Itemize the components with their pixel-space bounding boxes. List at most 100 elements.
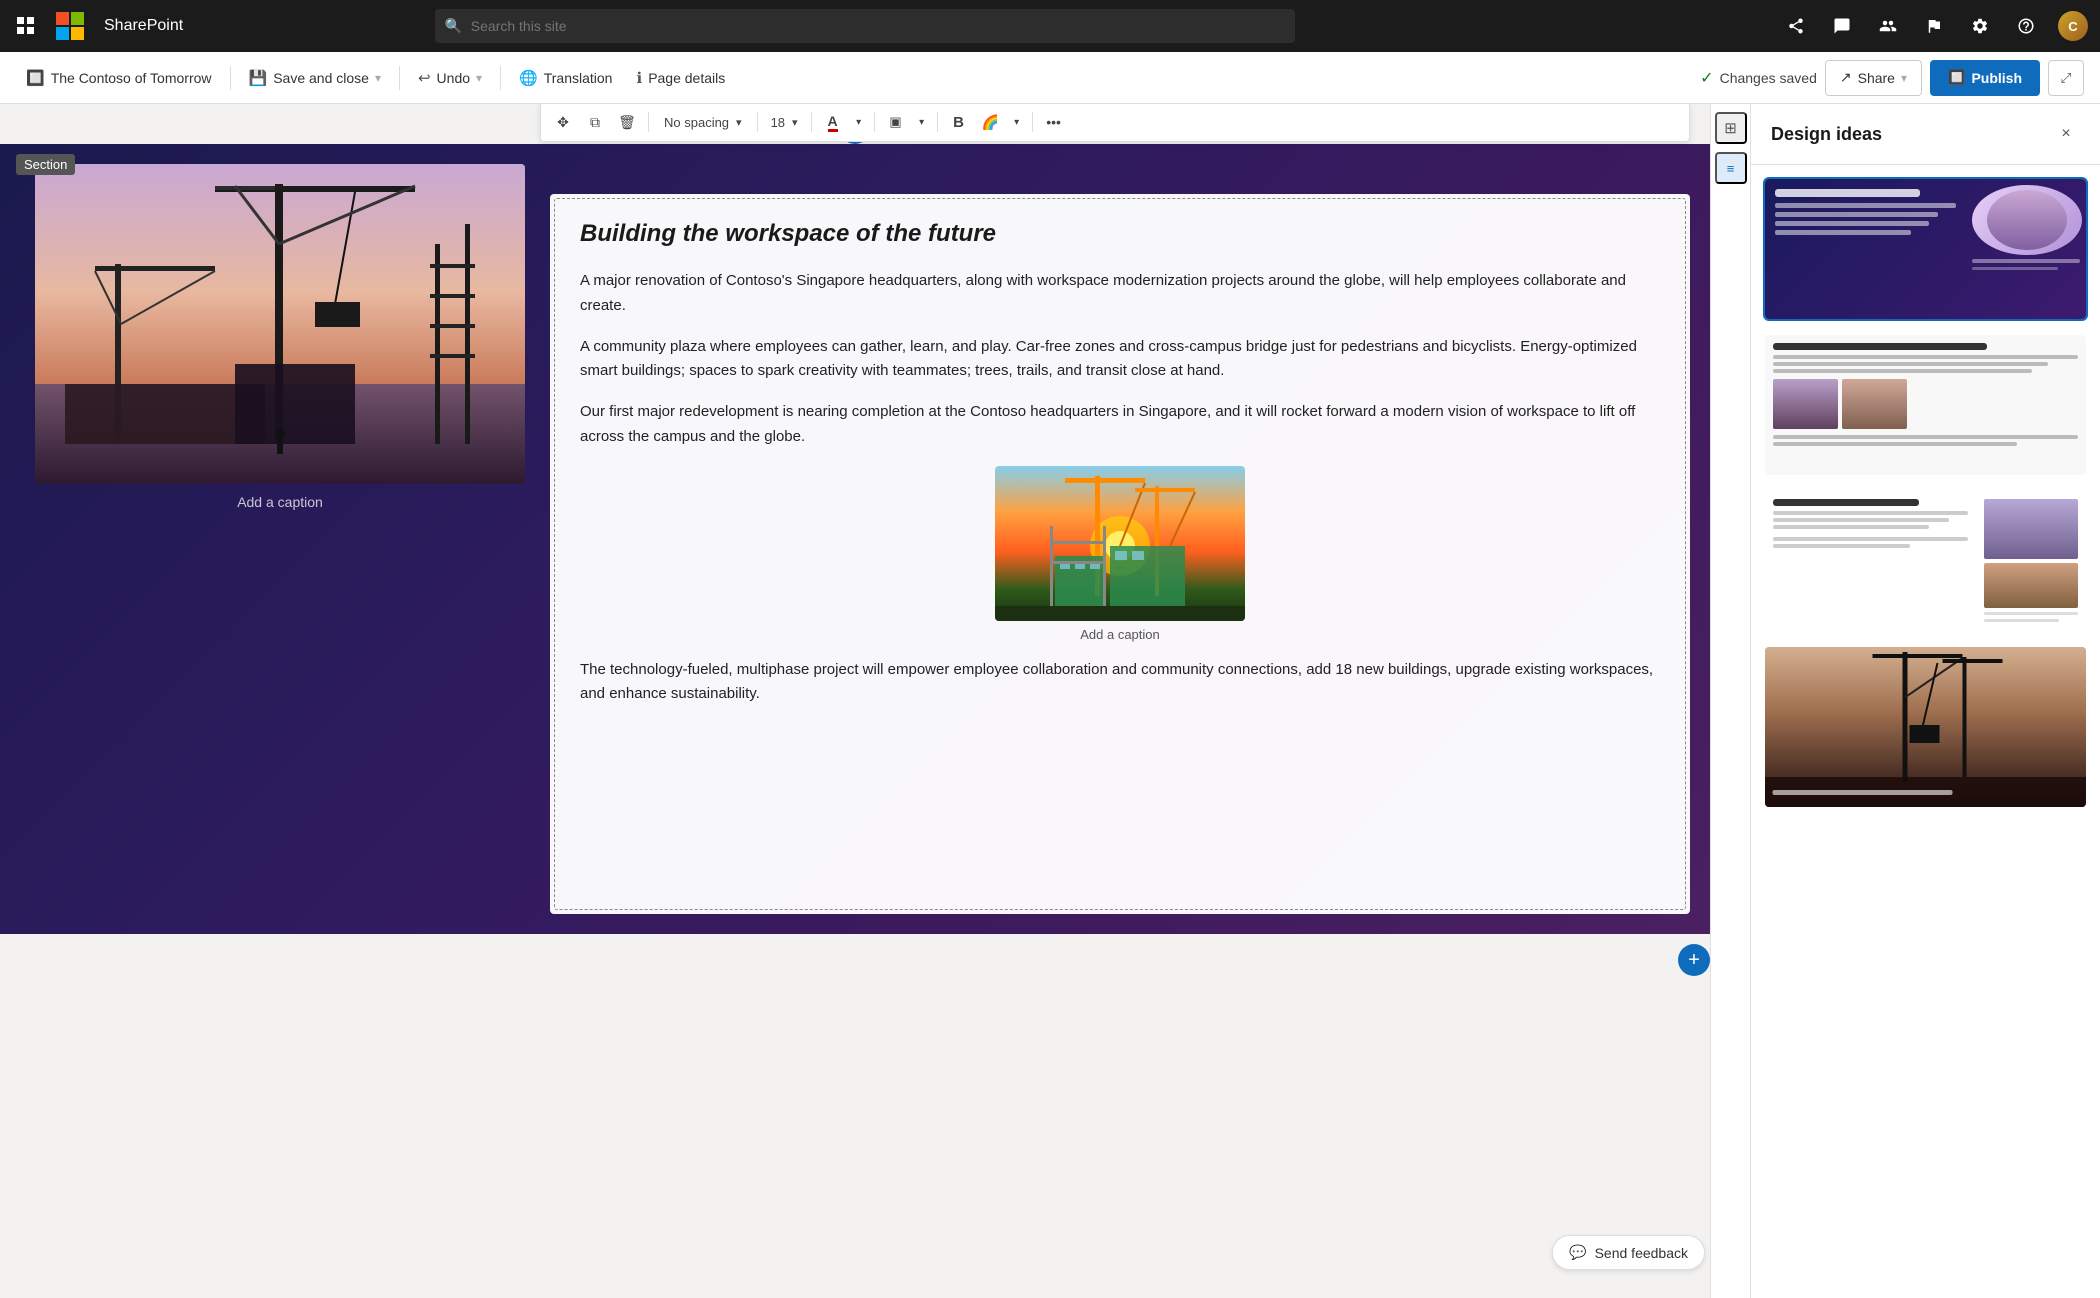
- layout-icon-button[interactable]: ⊞: [1715, 112, 1747, 144]
- help-icon[interactable]: [2012, 12, 2040, 40]
- search-icon: 🔍: [445, 18, 462, 35]
- design-card-1[interactable]: [1763, 177, 2088, 321]
- share-icon-small: ↗: [1840, 69, 1852, 86]
- design-ideas-list[interactable]: [1751, 165, 2100, 1298]
- design-card-2-preview: [1765, 335, 2086, 475]
- section-label: Section: [16, 154, 75, 175]
- design-card-2[interactable]: [1763, 333, 2088, 477]
- grid-icon[interactable]: [12, 12, 40, 40]
- canvas-scroll[interactable]: + Section: [0, 104, 1710, 1298]
- collapse-icon: ⤢: [2061, 70, 2072, 86]
- tb-divider-5: [937, 112, 938, 132]
- tb-divider-2: [757, 112, 758, 132]
- font-color-button[interactable]: A: [819, 108, 847, 136]
- text-content-area[interactable]: Building the workspace of the future A m…: [550, 194, 1690, 914]
- search-bar[interactable]: 🔍: [435, 9, 1295, 43]
- left-image-caption[interactable]: Add a caption: [237, 494, 323, 510]
- copy-icon[interactable]: ⧉: [581, 108, 609, 136]
- article-title: Building the workspace of the future: [580, 218, 1660, 249]
- page-title-label: The Contoso of Tomorrow: [51, 70, 212, 86]
- avatar[interactable]: C: [2058, 11, 2088, 41]
- feedback-icon: 💬: [1569, 1244, 1586, 1261]
- page-details-label: Page details: [648, 70, 725, 86]
- page-title-button[interactable]: 🔲 The Contoso of Tomorrow: [16, 60, 222, 96]
- style-label: No spacing: [664, 115, 729, 130]
- close-panel-button[interactable]: ×: [2052, 120, 2080, 148]
- chat-icon[interactable]: [1828, 12, 1856, 40]
- article-para2: A community plaza where employees can ga…: [580, 335, 1660, 385]
- feedback-label: Send feedback: [1595, 1245, 1688, 1261]
- article-para3: Our first major redevelopment is nearing…: [580, 400, 1660, 450]
- bold-icon: B: [953, 114, 964, 131]
- ellipsis-icon: •••: [1046, 114, 1061, 130]
- divider-3: [500, 66, 501, 90]
- save-close-chevron[interactable]: ▾: [375, 71, 381, 85]
- rainbow-chevron[interactable]: ▾: [1009, 108, 1025, 136]
- undo-chevron[interactable]: ▾: [476, 71, 482, 85]
- share-chevron[interactable]: ▾: [1901, 71, 1907, 85]
- tb-divider-1: [648, 112, 649, 132]
- translation-icon: 🌐: [519, 69, 538, 87]
- save-icon: 💾: [249, 69, 268, 87]
- details-icon: ℹ: [636, 69, 642, 87]
- tb-divider-4: [874, 112, 875, 132]
- publish-label: Publish: [1971, 70, 2022, 86]
- checkmark-icon: ✓: [1700, 68, 1713, 88]
- top-navigation: SharePoint 🔍 C: [0, 0, 2100, 52]
- translation-label: Translation: [544, 70, 613, 86]
- settings-icon[interactable]: [1966, 12, 1994, 40]
- design-ideas-icon-button[interactable]: ≡: [1715, 152, 1747, 184]
- changes-saved-label: Changes saved: [1720, 70, 1817, 86]
- page-toolbar: 🔲 The Contoso of Tomorrow 💾 Save and clo…: [0, 52, 2100, 104]
- left-column: Add a caption: [0, 144, 540, 934]
- changes-saved: ✓ Changes saved: [1700, 68, 1817, 88]
- design-card-4[interactable]: [1763, 645, 2088, 809]
- save-close-button[interactable]: 💾 Save and close ▾: [239, 60, 391, 96]
- flag-icon[interactable]: [1920, 12, 1948, 40]
- share-button[interactable]: ↗ Share ▾: [1825, 60, 1922, 96]
- panel-icons-strip: ⊞ ≡: [1710, 104, 1750, 1298]
- inline-image-caption[interactable]: Add a caption: [1080, 627, 1160, 642]
- share-icon[interactable]: [1782, 12, 1810, 40]
- page-details-button[interactable]: ℹ Page details: [626, 60, 735, 96]
- design-card-3[interactable]: [1763, 489, 2088, 633]
- move-icon[interactable]: ✥: [549, 108, 577, 136]
- delete-icon[interactable]: 🗑: [613, 108, 641, 136]
- people-icon[interactable]: [1874, 12, 1902, 40]
- highlight-chevron[interactable]: ▾: [914, 108, 930, 136]
- design-card-1-preview: [1765, 179, 2086, 319]
- text-editor-toolbar: ✥ ⧉ 🗑 No spacing 18 A: [540, 104, 1690, 142]
- style-dropdown[interactable]: No spacing: [656, 108, 750, 136]
- save-close-label: Save and close: [273, 70, 369, 86]
- design-panel-title: Design ideas: [1771, 124, 1882, 145]
- nav-right-icons: C: [1782, 11, 2088, 41]
- page-icon: 🔲: [26, 69, 45, 87]
- translation-button[interactable]: 🌐 Translation: [509, 60, 622, 96]
- search-input[interactable]: [435, 9, 1295, 43]
- add-section-bottom-button[interactable]: +: [1678, 944, 1710, 976]
- inline-image-container: Add a caption: [580, 466, 1660, 642]
- share-label: Share: [1858, 70, 1895, 86]
- highlight-button[interactable]: ▣: [882, 108, 910, 136]
- tb-divider-6: [1032, 112, 1033, 132]
- collapse-button[interactable]: ⤢: [2048, 60, 2084, 96]
- more-options-button[interactable]: •••: [1040, 108, 1068, 136]
- design-panel-header: Design ideas ×: [1751, 104, 2100, 165]
- send-feedback-button[interactable]: 💬 Send feedback: [1552, 1235, 1705, 1270]
- divider-2: [399, 66, 400, 90]
- article-para4: The technology-fueled, multiphase projec…: [580, 658, 1660, 708]
- undo-button[interactable]: ↩ Undo ▾: [408, 60, 492, 96]
- size-dropdown[interactable]: 18: [765, 108, 804, 136]
- inline-image: [995, 466, 1245, 621]
- size-label: 18: [771, 115, 785, 130]
- color-chevron[interactable]: ▾: [851, 108, 867, 136]
- publish-button[interactable]: 🔲 Publish: [1930, 60, 2040, 96]
- rainbow-button[interactable]: 🌈: [977, 108, 1005, 136]
- right-column: ✥ ⧉ 🗑 No spacing 18 A: [540, 144, 1710, 934]
- rainbow-icon: 🌈: [982, 114, 999, 131]
- article-para1: A major renovation of Contoso's Singapor…: [580, 269, 1660, 319]
- design-ideas-panel: Design ideas ×: [1750, 104, 2100, 1298]
- tb-divider-3: [811, 112, 812, 132]
- highlight-icon: ▣: [889, 114, 901, 130]
- bold-button[interactable]: B: [945, 108, 973, 136]
